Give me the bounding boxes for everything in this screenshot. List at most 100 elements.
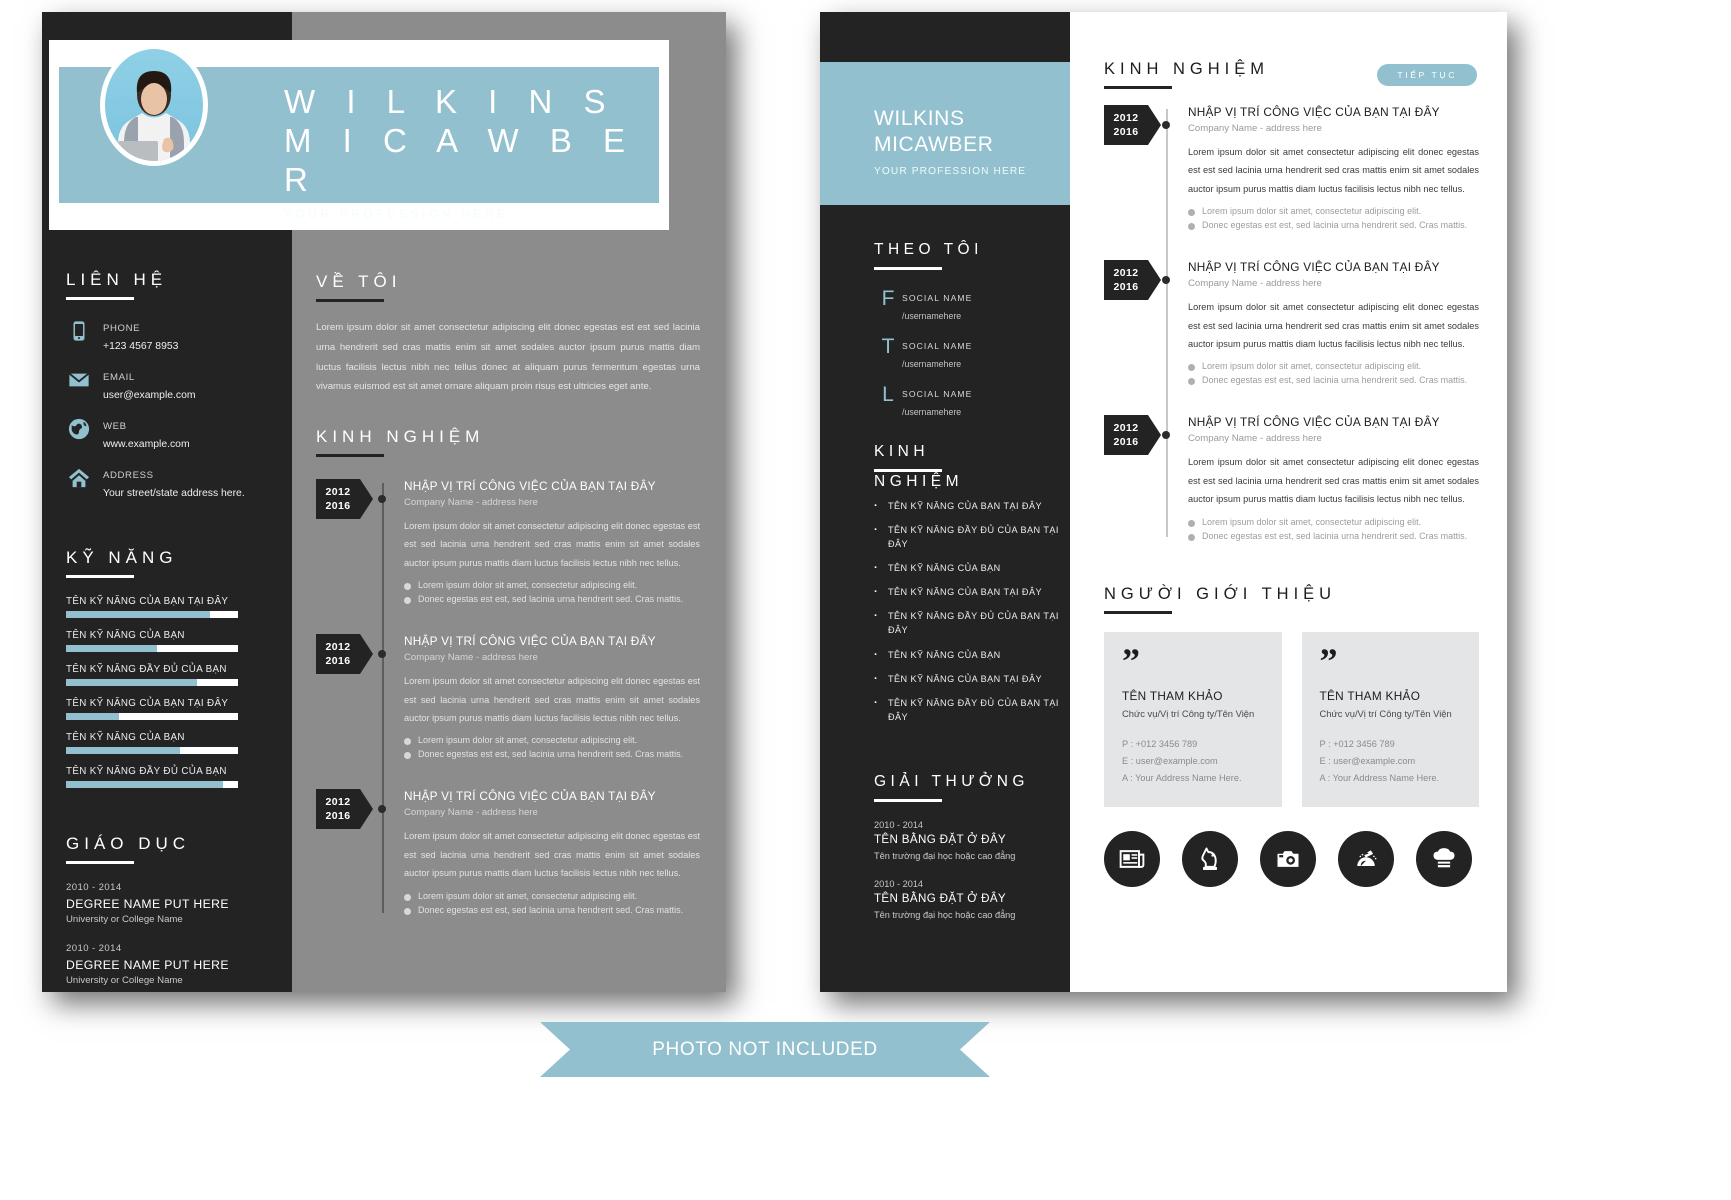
- skill-list-item: · TÊN KỸ NĂNG ĐẦY ĐỦ CỦA BẠN TẠI ĐÂY: [874, 696, 1060, 724]
- heading-underline: [874, 266, 942, 270]
- experience-company: Company Name - address here: [404, 497, 538, 508]
- contact-value[interactable]: Your street/state address here.: [103, 488, 245, 499]
- skills-heading-line1: KINH: [874, 443, 930, 460]
- skill-bar-fill: [66, 611, 211, 619]
- skill-bar: [66, 781, 238, 789]
- skill-item: TÊN KỸ NĂNG CỦA BẠN TẠI ĐÂY: [66, 698, 268, 721]
- skill-label: TÊN KỸ NĂNG ĐẦY ĐỦ CỦA BẠN: [66, 664, 227, 676]
- heading-underline: [1104, 610, 1172, 614]
- page2-name-block: WILKINS MICAWBER YOUR PROFESSION HERE: [874, 106, 1074, 177]
- skill-label: TÊN KỸ NĂNG ĐẦY ĐỦ CỦA BẠN TẠI ĐÂY: [888, 697, 1059, 722]
- award-school: Tên trường đại học hoặc cao đẳng: [874, 850, 1016, 861]
- skill-bar-fill: [66, 747, 180, 755]
- last-name: M I C A W B E R: [284, 121, 637, 198]
- bullet-dot: ·: [874, 523, 878, 536]
- timeline-dot: [378, 805, 386, 814]
- year-to: 2016: [1113, 281, 1139, 294]
- about-body: Lorem ipsum dolor sit amet consectetur a…: [316, 322, 700, 393]
- facebook-letter-icon: F: [881, 286, 895, 310]
- resume-page-2: WILKINS MICAWBER YOUR PROFESSION HERE TH…: [820, 12, 1507, 992]
- education-years: 2010 - 2014: [66, 943, 122, 955]
- experience-company: Company Name - address here: [1188, 278, 1322, 290]
- experience-title: NHẬP VỊ TRÍ CÔNG VIỆC CỦA BẠN TẠI ĐÂY: [1188, 260, 1440, 275]
- timeline-dot: [1162, 431, 1170, 440]
- social-network-name: SOCIAL NAME: [902, 388, 973, 399]
- page1-header: W I L K I N S M I C A W B E R YOUR PROFE…: [49, 40, 669, 230]
- bullet-dot: [1188, 378, 1195, 386]
- award-item: 2010 - 2014 TÊN BẰNG ĐẶT Ở ĐÂY Tên trườn…: [874, 820, 1060, 863]
- contact-item: PHONE +123 4567 8953: [66, 318, 268, 354]
- bullet-dot: [1188, 533, 1195, 541]
- year-from: 2012: [1113, 266, 1139, 279]
- social-username[interactable]: /usernamehere: [902, 359, 961, 369]
- newspaper-icon[interactable]: [1104, 831, 1160, 888]
- reference-email[interactable]: E : user@example.com: [1122, 753, 1264, 770]
- bullet-dot: ·: [874, 648, 878, 661]
- globe-icon: [66, 416, 92, 442]
- experience-company: Company Name - address here: [1188, 123, 1322, 134]
- year-from: 2012: [325, 485, 351, 498]
- skill-bar: [66, 645, 238, 653]
- social-item[interactable]: F SOCIAL NAME /usernamehere: [874, 288, 1060, 324]
- chess-knight-icon[interactable]: [1182, 831, 1238, 888]
- award-years: 2010 - 2014: [874, 819, 924, 830]
- skill-label: TÊN KỸ NĂNG ĐẦY ĐỦ CỦA BẠN: [66, 766, 227, 778]
- contact-value[interactable]: user@example.com: [103, 390, 196, 401]
- bullet-dot: [404, 738, 411, 746]
- first-name: W I L K I N S: [284, 83, 617, 120]
- experience-description: Lorem ipsum dolor sit amet consectetur a…: [404, 676, 700, 724]
- experience-title: NHẬP VỊ TRÍ CÔNG VIỆC CỦA BẠN TẠI ĐÂY: [404, 479, 656, 493]
- award-title: TÊN BẰNG ĐẶT Ở ĐÂY: [874, 892, 1006, 906]
- references-heading: NGƯỜI GIỚI THIỆU: [1104, 584, 1337, 603]
- skill-list-item: · TÊN KỸ NĂNG CỦA BẠN TẠI ĐÂY: [874, 499, 1060, 513]
- heading-underline: [66, 861, 134, 865]
- social-item[interactable]: L SOCIAL NAME /usernamehere: [874, 384, 1060, 420]
- experience-year-badge: 2012 2016: [1104, 260, 1161, 301]
- experience-year-badge: 2012 2016: [316, 634, 373, 675]
- reference-email[interactable]: E : user@example.com: [1320, 753, 1462, 770]
- home-icon: [66, 465, 92, 491]
- first-name: WILKINS: [874, 107, 965, 130]
- education-list: 2010 - 2014 DEGREE NAME PUT HERE Univers…: [66, 882, 268, 986]
- experience-bullet: Lorem ipsum dolor sit amet, consectetur …: [404, 735, 700, 746]
- skill-label: TÊN KỸ NĂNG CỦA BẠN: [888, 563, 1001, 574]
- skill-bar: [66, 611, 238, 619]
- skills-list: · TÊN KỸ NĂNG CỦA BẠN TẠI ĐÂY · TÊN KỸ N…: [874, 499, 1060, 724]
- skills-heading-line2: NGHIỆM: [874, 472, 963, 490]
- timeline-dot: [378, 650, 386, 659]
- experience-timeline: 2012 2016 NHẬP VỊ TRÍ CÔNG VIỆC CỦA BẠN …: [1104, 105, 1479, 545]
- page1-main: VỀ TÔI Lorem ipsum dolor sit amet consec…: [292, 248, 726, 945]
- experience-description: Lorem ipsum dolor sit amet consectetur a…: [404, 831, 700, 879]
- social-username[interactable]: /usernamehere: [902, 407, 961, 417]
- social-username[interactable]: /usernamehere: [902, 311, 961, 321]
- timeline-dot: [1162, 121, 1170, 129]
- awards-section: GIẢI THƯỞNG 2010 - 2014 TÊN BẰNG ĐẶT Ở Đ…: [874, 772, 1060, 938]
- hobby-icons-row: [1104, 831, 1479, 888]
- contact-value[interactable]: +123 4567 8953: [103, 341, 178, 352]
- skill-bar: [66, 747, 238, 755]
- skill-item: TÊN KỸ NĂNG CỦA BẠN TẠI ĐÂY: [66, 596, 268, 619]
- award-years: 2010 - 2014: [874, 879, 924, 890]
- bullet-dot: [404, 597, 411, 605]
- experience-company: Company Name - address here: [1188, 433, 1322, 445]
- chef-hat-icon[interactable]: [1416, 831, 1472, 888]
- skill-item: TÊN KỸ NĂNG ĐẦY ĐỦ CỦA BẠN: [66, 664, 268, 687]
- social-heading: THEO TÔI: [874, 241, 983, 258]
- experience-title: NHẬP VỊ TRÍ CÔNG VIỆC CỦA BẠN TẠI ĐÂY: [1188, 105, 1440, 119]
- skill-bar-fill: [66, 713, 120, 721]
- contact-value[interactable]: www.example.com: [103, 439, 190, 450]
- experience-description: Lorem ipsum dolor sit amet consectetur a…: [1188, 457, 1479, 505]
- continued-badge[interactable]: TIẾP TỤC: [1377, 64, 1477, 86]
- skill-bar: [66, 713, 238, 721]
- skill-label: TÊN KỸ NĂNG CỦA BẠN TẠI ĐÂY: [888, 587, 1042, 598]
- resume-page-1: W I L K I N S M I C A W B E R YOUR PROFE…: [42, 12, 726, 992]
- travel-airplane-icon[interactable]: [1338, 831, 1394, 888]
- reference-role: Chức vụ/Vị trí Công ty/Tên Viện: [1319, 708, 1452, 720]
- heading-underline: [1104, 86, 1172, 89]
- camera-icon[interactable]: [1260, 831, 1316, 888]
- year-to: 2016: [325, 655, 351, 668]
- skill-bar-fill: [66, 781, 223, 789]
- contact-label: EMAIL: [103, 372, 135, 384]
- skill-list-item: · TÊN KỸ NĂNG CỦA BẠN TẠI ĐÂY: [874, 672, 1060, 686]
- social-item[interactable]: T SOCIAL NAME /usernamehere: [874, 336, 1060, 372]
